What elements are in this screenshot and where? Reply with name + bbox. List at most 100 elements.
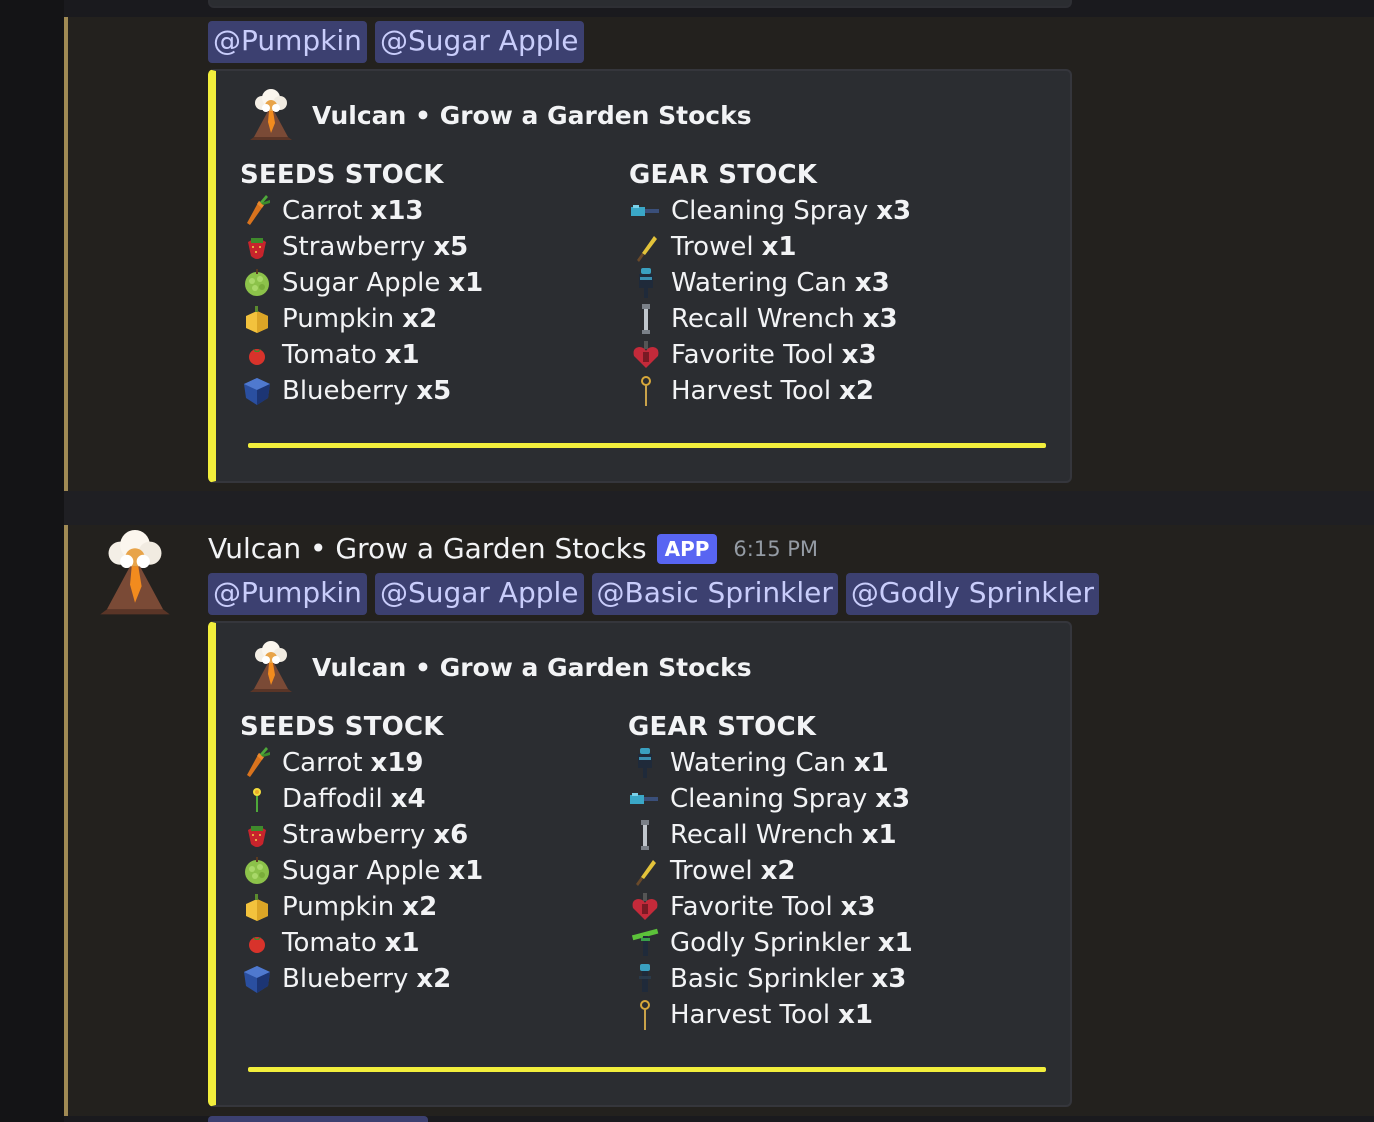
mention-basic-sprinkler[interactable]: @Basic Sprinkler (591, 573, 838, 615)
item-qty: x6 (433, 820, 469, 850)
item-qty: x3 (875, 784, 911, 814)
mention-godly-sprinkler[interactable]: @Godly Sprinkler (845, 573, 1100, 615)
carrot-icon (240, 194, 274, 228)
seed-item: Pumpkin x2 (240, 301, 483, 337)
embed-author-name[interactable]: Vulcan • Grow a Garden Stocks (312, 101, 752, 130)
stock-embed: Vulcan • Grow a Garden Stocks SEEDS STOC… (208, 621, 1072, 1107)
item-qty: x1 (761, 232, 797, 262)
embed-author: Vulcan • Grow a Garden Stocks (248, 89, 752, 141)
seed-item: Strawberry x5 (240, 229, 483, 265)
cleaning-spray-icon (629, 194, 663, 228)
godly-sprinkler-icon (628, 926, 662, 960)
seeds-column: SEEDS STOCK Carrot x13 Strawberry x5 Sugar… (240, 157, 483, 409)
item-name: Sugar Apple (282, 268, 441, 298)
pumpkin-icon (240, 890, 274, 924)
recall-wrench-icon (629, 302, 663, 336)
seed-item: Strawberry x6 (240, 817, 483, 853)
gear-column: GEAR STOCK Cleaning Spray x3 Trowel x1 Wat… (629, 157, 911, 409)
gear-item: Favorite Tool x3 (629, 337, 911, 373)
gear-item: Godly Sprinkler x1 (628, 925, 913, 961)
harvest-tool-icon (629, 374, 663, 408)
item-qty: x5 (416, 376, 452, 406)
username[interactable]: Vulcan • Grow a Garden Stocks (208, 532, 647, 565)
mention-pumpkin[interactable]: @Pumpkin (208, 573, 367, 615)
seed-item: Tomato x1 (240, 337, 483, 373)
blueberry-icon (240, 962, 274, 996)
favorite-tool-icon (628, 890, 662, 924)
mention-highlight-bar (64, 17, 68, 491)
gear-item: Basic Sprinkler x3 (628, 961, 913, 997)
item-qty: x13 (370, 196, 424, 226)
gear-item: Watering Can x3 (629, 265, 911, 301)
trowel-icon (629, 230, 663, 264)
harvest-tool-icon (628, 998, 662, 1032)
item-name: Basic Sprinkler (670, 964, 864, 994)
item-name: Sugar Apple (282, 856, 441, 886)
stock-embed: Vulcan • Grow a Garden Stocks SEEDS STOC… (208, 69, 1072, 483)
item-name: Cleaning Spray (670, 784, 868, 814)
item-qty: x3 (854, 268, 890, 298)
item-name: Daffodil (282, 784, 383, 814)
item-name: Carrot (282, 196, 363, 226)
sugar-apple-icon (240, 854, 274, 888)
mention-highlight-bar (64, 525, 68, 1116)
seed-item: Carrot x13 (240, 193, 483, 229)
item-qty: x1 (448, 856, 484, 886)
gear-stock-title: GEAR STOCK (628, 712, 817, 742)
gear-stock-title: GEAR STOCK (629, 160, 818, 190)
trowel-icon (628, 854, 662, 888)
item-qty: x2 (402, 304, 438, 334)
item-qty: x2 (416, 964, 452, 994)
embed-author-name[interactable]: Vulcan • Grow a Garden Stocks (312, 653, 752, 682)
cleaning-spray-icon (628, 782, 662, 816)
gear-item: Favorite Tool x3 (628, 889, 913, 925)
item-name: Favorite Tool (671, 340, 834, 370)
mention-sugar-apple[interactable]: @Sugar Apple (374, 21, 584, 63)
embed-footer-divider (248, 443, 1046, 448)
app-badge: APP (656, 533, 718, 564)
item-name: Watering Can (671, 268, 847, 298)
item-name: Trowel (671, 232, 754, 262)
seed-item: Carrot x19 (240, 745, 483, 781)
gear-item: Recall Wrench x3 (629, 301, 911, 337)
next-message-stub (208, 1116, 428, 1122)
mention-sugar-apple[interactable]: @Sugar Apple (374, 573, 584, 615)
gear-column: GEAR STOCK Watering Can x1 Cleaning Spray… (628, 709, 913, 1033)
item-qty: x2 (402, 892, 438, 922)
item-name: Trowel (670, 856, 753, 886)
embed-footer-divider (248, 1067, 1046, 1072)
item-name: Strawberry (282, 232, 426, 262)
seed-item: Sugar Apple x1 (240, 265, 483, 301)
pumpkin-icon (240, 302, 274, 336)
mention-pumpkin[interactable]: @Pumpkin (208, 21, 367, 63)
volcano-icon[interactable] (96, 530, 174, 616)
gear-item: Watering Can x1 (628, 745, 913, 781)
seed-item: Pumpkin x2 (240, 889, 483, 925)
item-name: Harvest Tool (671, 376, 832, 406)
volcano-icon (248, 641, 294, 693)
timestamp[interactable]: 6:15 PM (733, 537, 818, 561)
gear-item: Cleaning Spray x3 (629, 193, 911, 229)
embed-author: Vulcan • Grow a Garden Stocks (248, 641, 752, 693)
item-name: Watering Can (670, 748, 846, 778)
item-name: Pumpkin (282, 892, 395, 922)
item-qty: x3 (840, 892, 876, 922)
recall-wrench-icon (628, 818, 662, 852)
gear-item: Trowel x2 (628, 853, 913, 889)
seeds-column: SEEDS STOCK Carrot x19 Daffodil x4 Strawbe… (240, 709, 483, 997)
item-qty: x2 (839, 376, 874, 406)
previous-embed-edge (208, 0, 1072, 8)
item-name: Godly Sprinkler (670, 928, 870, 958)
item-name: Pumpkin (282, 304, 395, 334)
sugar-apple-icon (240, 266, 274, 300)
item-qty: x1 (384, 928, 420, 958)
mention-row: @Pumpkin @Sugar Apple (208, 21, 584, 63)
tomato-icon (240, 926, 274, 960)
message-header: Vulcan • Grow a Garden Stocks APP 6:15 P… (208, 532, 818, 565)
seed-item: Blueberry x2 (240, 961, 483, 997)
daffodil-icon (240, 782, 274, 816)
seeds-stock-title: SEEDS STOCK (240, 712, 444, 742)
seed-item: Tomato x1 (240, 925, 483, 961)
item-name: Favorite Tool (670, 892, 833, 922)
item-qty: x2 (760, 856, 796, 886)
